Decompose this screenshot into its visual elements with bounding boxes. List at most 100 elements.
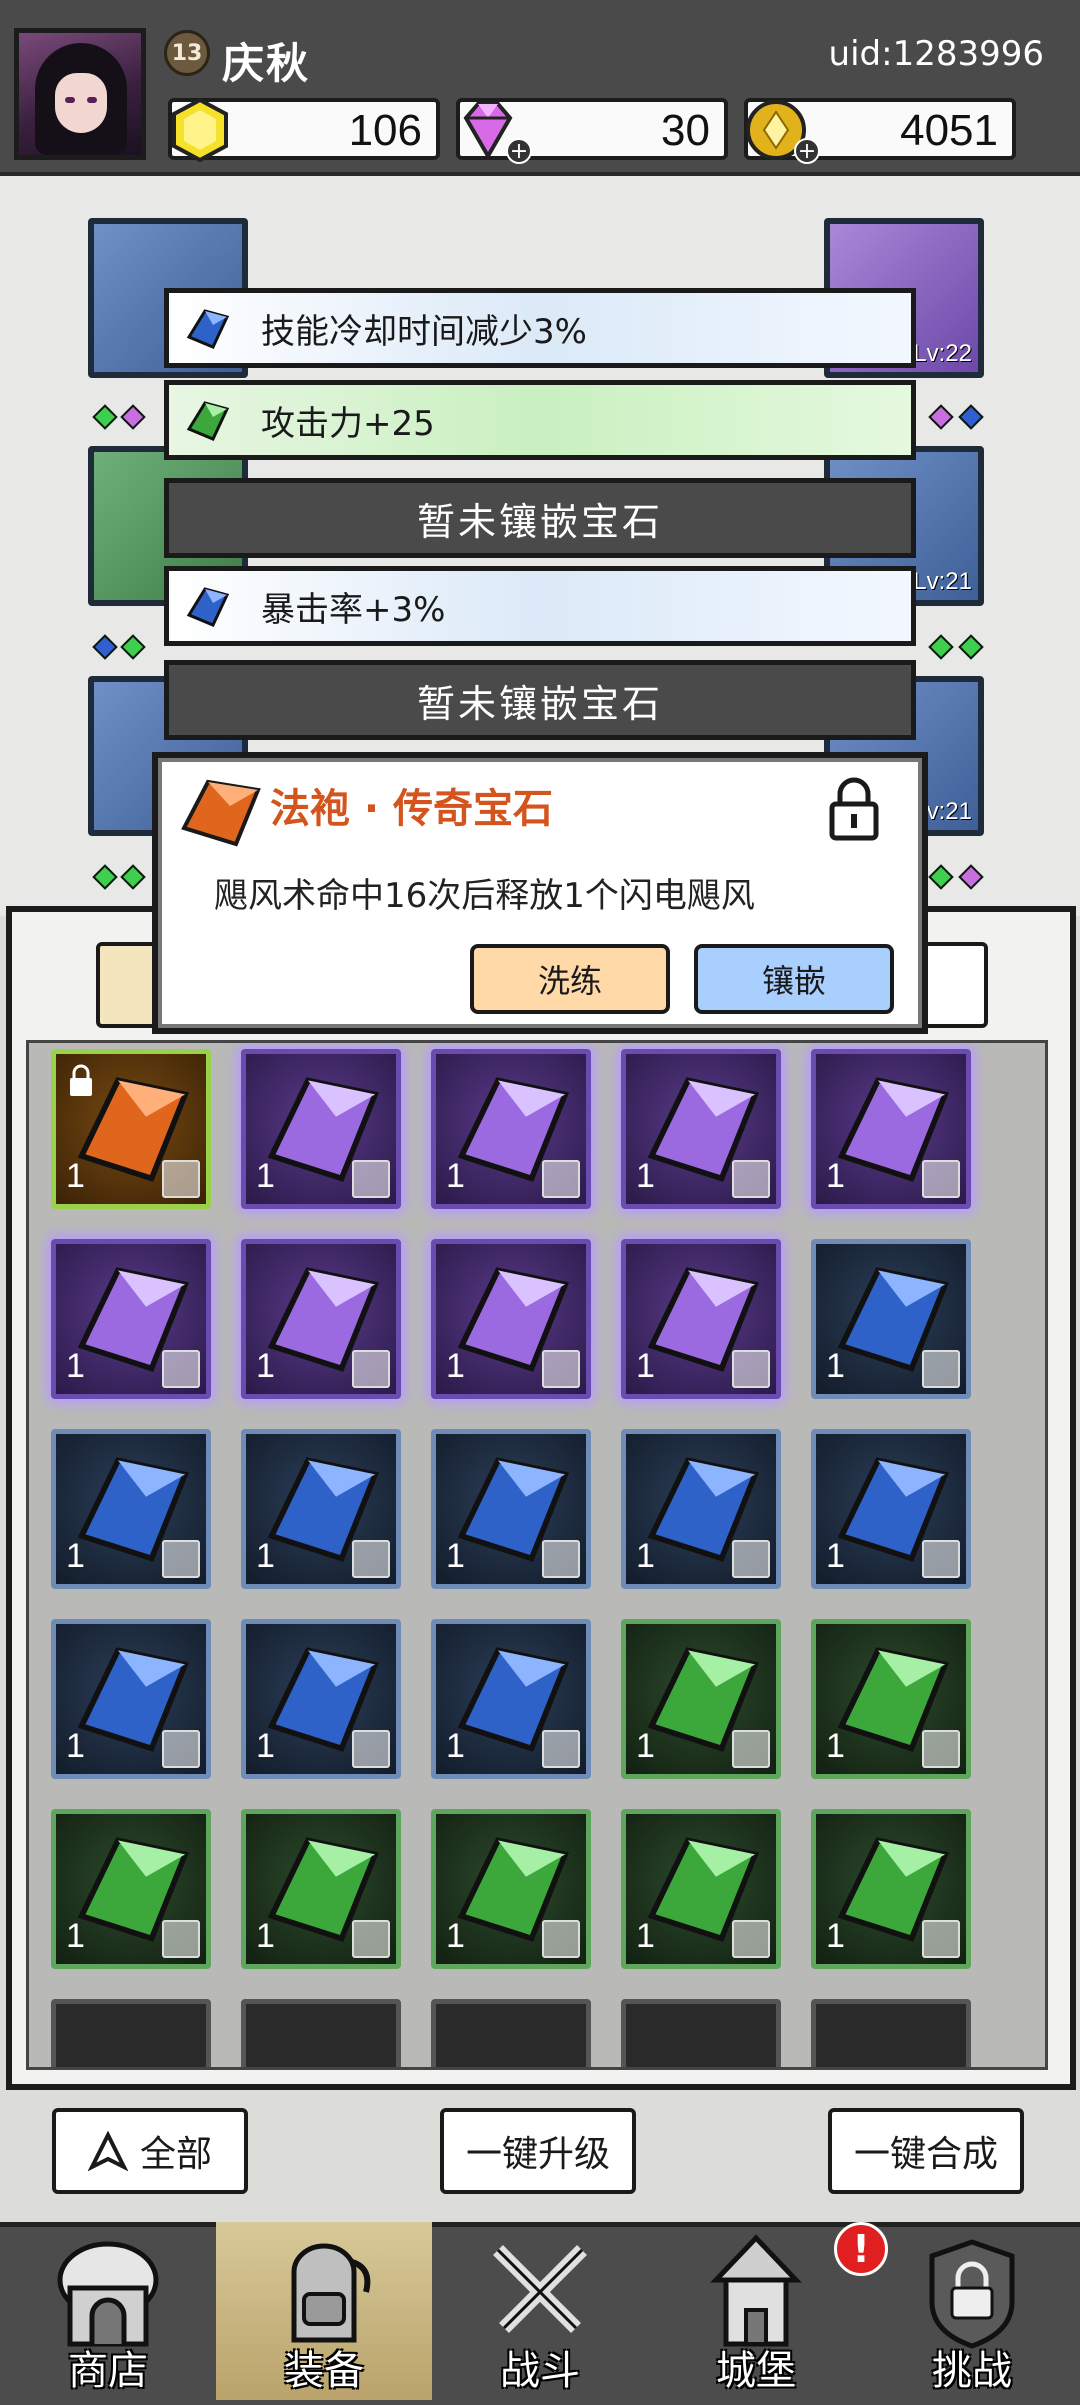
nav-castle-label: 城堡 xyxy=(716,2348,796,2394)
nav-battle-label: 战斗 xyxy=(500,2348,580,2394)
blue-gem-slot[interactable]: 1 xyxy=(811,1429,971,1589)
nav-battle[interactable]: 战斗 xyxy=(432,2222,648,2400)
gem-count: 1 xyxy=(826,1347,845,1385)
green-gem-slot[interactable]: 1 xyxy=(811,1619,971,1779)
orange-gem-slot[interactable]: 1 xyxy=(51,1049,211,1209)
inlay-button[interactable]: 镶嵌 xyxy=(694,944,894,1014)
nav-shop-label: 商店 xyxy=(68,2348,148,2394)
equipment-type-icon xyxy=(542,1160,580,1198)
green-gem-slot[interactable]: 1 xyxy=(811,1809,971,1969)
gem-slot-5[interactable]: 暂未镶嵌宝石 xyxy=(164,660,916,740)
blue-gem-slot[interactable]: 1 xyxy=(431,1619,591,1779)
gem-count: 1 xyxy=(446,1157,465,1195)
avatar-face xyxy=(55,73,107,133)
nav-shop[interactable]: 商店 xyxy=(0,2222,216,2400)
equipment-type-icon xyxy=(732,1730,770,1768)
gem-count: 1 xyxy=(256,1347,275,1385)
nav-equipment-label: 装备 xyxy=(284,2348,364,2394)
gem-slot-2[interactable]: 攻击力+25 xyxy=(164,380,916,460)
blue-gem-slot[interactable]: 1 xyxy=(241,1429,401,1589)
shop-icon xyxy=(57,2241,159,2347)
purple-gem-slot[interactable]: 1 xyxy=(51,1239,211,1399)
green-gem-slot[interactable]: 1 xyxy=(51,1809,211,1969)
gem-count: 1 xyxy=(636,1347,655,1385)
gem-count: 1 xyxy=(636,1537,655,1575)
gem-count: 1 xyxy=(636,1157,655,1195)
blue-gem-slot[interactable]: 1 xyxy=(811,1239,971,1399)
gem-slot-partial[interactable] xyxy=(811,1999,971,2067)
equipment-type-icon xyxy=(352,1350,390,1388)
gem-slot-partial[interactable] xyxy=(241,1999,401,2067)
coin-resource: + 4051 xyxy=(744,98,1016,164)
equipment-type-icon xyxy=(922,1730,960,1768)
equipment-type-icon xyxy=(732,1540,770,1578)
gem-count: 1 xyxy=(66,1727,85,1765)
player-avatar[interactable] xyxy=(14,28,146,160)
gem-count: 1 xyxy=(446,1537,465,1575)
gem-slot-3[interactable]: 暂未镶嵌宝石 xyxy=(164,478,916,558)
gold-hexagon-icon xyxy=(172,97,228,163)
equipment-type-icon xyxy=(542,1350,580,1388)
purple-gem-slot[interactable]: 1 xyxy=(621,1049,781,1209)
player-level-badge: 13 xyxy=(164,30,210,76)
equip-level: Lv:21 xyxy=(913,568,972,595)
green-gem-slot[interactable]: 1 xyxy=(621,1619,781,1779)
purple-gem-slot[interactable]: 1 xyxy=(431,1049,591,1209)
blue-gem-icon xyxy=(186,309,230,349)
filter-all-button[interactable]: 全部 xyxy=(52,2108,248,2194)
gem-slot-partial[interactable] xyxy=(621,1999,781,2067)
gem-slot-1[interactable]: 技能冷却时间减少3% xyxy=(164,288,916,368)
equipment-type-icon xyxy=(352,1920,390,1958)
gem-slot-4[interactable]: 暴击率+3% xyxy=(164,566,916,646)
equipment-type-icon xyxy=(922,1350,960,1388)
lock-icon[interactable] xyxy=(828,776,880,842)
orange-gem-icon xyxy=(181,779,261,847)
equipment-type-icon xyxy=(922,1160,960,1198)
purple-gem-slot[interactable]: 1 xyxy=(241,1239,401,1399)
gem-slot-partial[interactable] xyxy=(431,1999,591,2067)
crossed-swords-icon xyxy=(493,2245,587,2333)
nav-equipment[interactable]: 装备 xyxy=(216,2222,432,2400)
green-gem-slot[interactable]: 1 xyxy=(241,1809,401,1969)
equipment-type-icon xyxy=(352,1540,390,1578)
gem-slot-partial[interactable] xyxy=(51,1999,211,2067)
equipment-type-icon xyxy=(162,1730,200,1768)
upgrade-all-button[interactable]: 一键升级 xyxy=(440,2108,636,2194)
gem-count: 1 xyxy=(826,1917,845,1955)
add-diamond-button[interactable]: + xyxy=(506,138,532,164)
gem-count: 1 xyxy=(636,1727,655,1765)
blue-gem-slot[interactable]: 1 xyxy=(51,1619,211,1779)
purple-gem-slot[interactable]: 1 xyxy=(621,1239,781,1399)
gem-detail-description: 飓风术命中16次后释放1个闪电飓风 xyxy=(214,876,755,916)
player-name: 庆秋 xyxy=(222,39,311,88)
equipment-type-icon xyxy=(352,1730,390,1768)
locked-armor-icon xyxy=(929,2239,1015,2349)
merge-all-button[interactable]: 一键合成 xyxy=(828,2108,1024,2194)
equipment-type-icon xyxy=(162,1350,200,1388)
blue-gem-slot[interactable]: 1 xyxy=(431,1429,591,1589)
equip-level: Lv:22 xyxy=(913,340,972,367)
gem-count: 1 xyxy=(256,1727,275,1765)
green-gem-icon xyxy=(186,401,230,441)
diamond-resource: + 30 xyxy=(456,98,728,164)
nav-challenge[interactable]: 挑战 xyxy=(864,2222,1080,2400)
gem-count: 1 xyxy=(826,1157,845,1195)
wash-button[interactable]: 洗练 xyxy=(470,944,670,1014)
equipment-type-icon xyxy=(542,1730,580,1768)
blue-gem-slot[interactable]: 1 xyxy=(241,1619,401,1779)
nav-castle[interactable]: 城堡 xyxy=(648,2222,864,2400)
equipment-type-icon xyxy=(922,1920,960,1958)
gem-count: 1 xyxy=(256,1917,275,1955)
purple-gem-slot[interactable]: 1 xyxy=(431,1239,591,1399)
gem-detail-title: 法袍 · 传奇宝石 xyxy=(270,786,554,832)
gold-resource: 106 xyxy=(168,97,440,163)
equipment-type-icon xyxy=(162,1160,200,1198)
equipment-type-icon xyxy=(732,1920,770,1958)
green-gem-slot[interactable]: 1 xyxy=(621,1809,781,1969)
blue-gem-slot[interactable]: 1 xyxy=(621,1429,781,1589)
add-coin-button[interactable]: + xyxy=(794,138,820,164)
blue-gem-slot[interactable]: 1 xyxy=(51,1429,211,1589)
purple-gem-slot[interactable]: 1 xyxy=(811,1049,971,1209)
green-gem-slot[interactable]: 1 xyxy=(431,1809,591,1969)
purple-gem-slot[interactable]: 1 xyxy=(241,1049,401,1209)
